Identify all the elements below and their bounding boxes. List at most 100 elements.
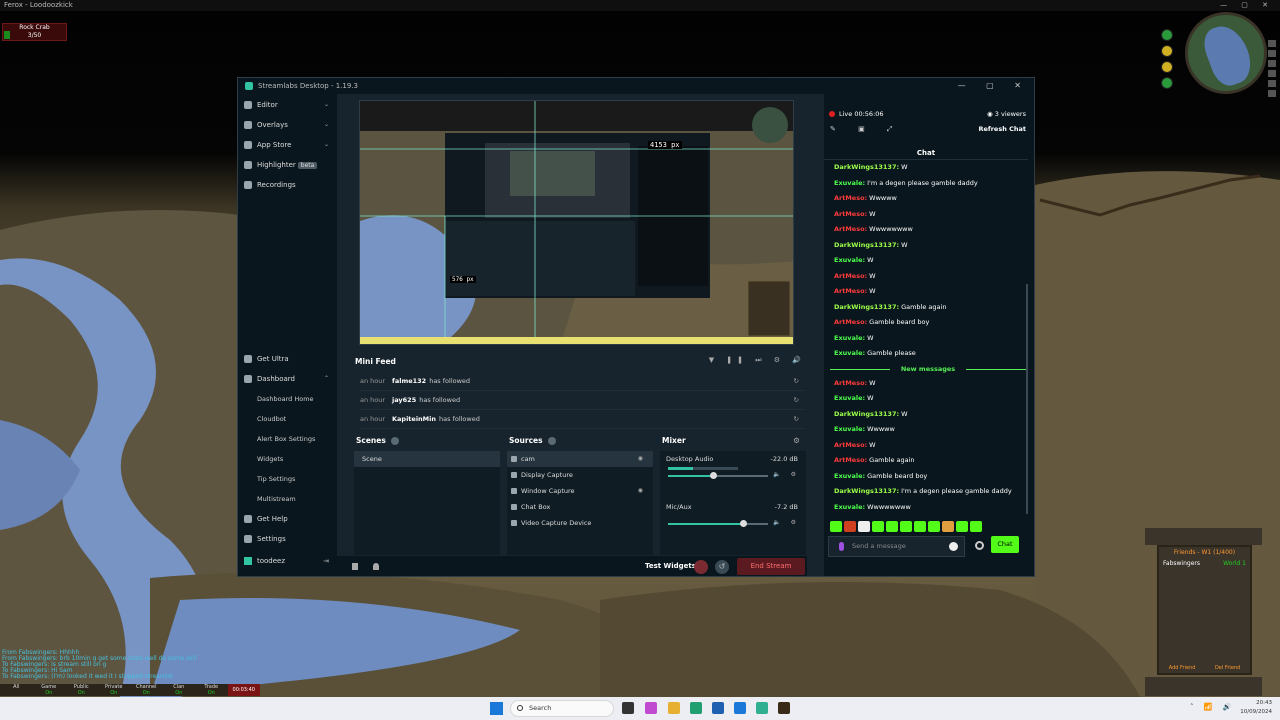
sidebar-sub-alert-box[interactable]: Alert Box Settings — [238, 430, 337, 448]
game-side-tabs-bottom[interactable] — [1145, 677, 1262, 696]
feed-row[interactable]: an hour jay625 has followed ↻ — [360, 391, 805, 410]
chat-username[interactable]: Exuvale: — [834, 334, 865, 342]
notification-icon[interactable] — [373, 563, 379, 570]
game-chat-tabs[interactable]: All Game On Public On Private On Channel On … — [0, 684, 260, 696]
chat-username[interactable]: DarkWings13137: — [834, 163, 899, 171]
chat-tab-public[interactable]: Public On — [65, 684, 98, 696]
streamlabs-window[interactable]: Streamlabs Desktop - 1.19.3 — ▢ ✕ Editor… — [237, 77, 1035, 577]
emote-icon[interactable] — [872, 521, 884, 532]
minimap[interactable] — [1185, 12, 1267, 94]
chat-username[interactable]: DarkWings13137: — [834, 303, 899, 311]
emote-bar[interactable] — [830, 521, 982, 533]
source-item[interactable]: Window Capture ◉ — [507, 483, 653, 499]
streamlabs-taskbar-icon[interactable] — [756, 702, 768, 714]
stats-icon[interactable] — [352, 563, 358, 570]
emote-icon[interactable] — [886, 521, 898, 532]
copilot-icon[interactable] — [645, 702, 657, 714]
chat-username[interactable]: ArtMeso: — [834, 287, 867, 295]
emoji-icon[interactable] — [949, 542, 958, 551]
friends-list-panel[interactable]: Friends - W1 (1/400) Fabswingers World 1… — [1157, 545, 1252, 675]
send-chat-button[interactable]: Chat — [991, 536, 1019, 553]
sidebar-item-highlighter[interactable]: Highlighter beta — [238, 156, 337, 174]
chat-scrollbar[interactable] — [1026, 284, 1028, 514]
chat-username[interactable]: ArtMeso: — [834, 194, 867, 202]
side-strip[interactable] — [1268, 40, 1278, 120]
game-side-tabs-top[interactable] — [1145, 528, 1262, 545]
sidebar-item-editor[interactable]: Editor ⌄ — [238, 96, 337, 114]
emote-icon[interactable] — [928, 521, 940, 532]
mic-icon[interactable] — [839, 542, 844, 551]
gear-icon[interactable]: ⚙ — [793, 434, 800, 448]
sidebar-item-dashboard[interactable]: Dashboard ⌃ — [238, 370, 337, 388]
refresh-chat-button[interactable]: Refresh Chat — [978, 125, 1026, 133]
prayer-orb-icon[interactable] — [1161, 45, 1173, 57]
store-icon[interactable] — [712, 702, 724, 714]
chat-username[interactable]: ArtMeso: — [834, 225, 867, 233]
emote-icon[interactable] — [830, 521, 842, 532]
chat-username[interactable]: ArtMeso: — [834, 210, 867, 218]
volume-slider[interactable] — [668, 520, 768, 527]
del-friend-button[interactable]: Del Friend — [1215, 665, 1240, 671]
chat-tab-game[interactable]: Game On — [33, 684, 66, 696]
sidebar-item-recordings[interactable]: Recordings — [238, 176, 337, 194]
emote-icon[interactable] — [914, 521, 926, 532]
strip-icon[interactable] — [1268, 70, 1276, 77]
chat-settings-icon[interactable] — [975, 541, 984, 550]
emote-icon[interactable] — [844, 521, 856, 532]
add-source-button[interactable] — [547, 437, 556, 445]
repeat-icon[interactable]: ↻ — [794, 410, 799, 429]
chat-username[interactable]: DarkWings13137: — [834, 487, 899, 495]
source-item[interactable]: Video Capture Device — [507, 515, 653, 531]
visibility-icon[interactable]: ◉ — [638, 451, 643, 467]
status-orbs[interactable] — [1157, 26, 1187, 106]
channel-controls[interactable]: 🔈 ⚙ — [773, 471, 800, 478]
chat-username[interactable]: DarkWings13137: — [834, 410, 899, 418]
chat-message-input[interactable]: Send a message — [828, 536, 965, 557]
replay-buffer-button[interactable]: ↺ — [715, 560, 729, 574]
user-account[interactable]: toodeez ⇥ — [238, 552, 337, 570]
file-explorer-icon[interactable] — [668, 702, 680, 714]
chat-username[interactable]: Exuvale: — [834, 349, 865, 357]
hp-orb-icon[interactable] — [1161, 29, 1173, 41]
chat-tools[interactable]: ✎ ▣ ⤢ — [830, 125, 903, 134]
chat-username[interactable]: ArtMeso: — [834, 272, 867, 280]
chat-tab-private[interactable]: Private On — [98, 684, 131, 696]
visibility-icon[interactable]: ◉ — [638, 483, 643, 499]
window-controls[interactable]: — ▢ ✕ — [958, 78, 1030, 94]
strip-icon[interactable] — [1268, 60, 1276, 67]
runelite-taskbar-icon[interactable] — [778, 702, 790, 714]
chat-username[interactable]: Exuvale: — [834, 256, 865, 264]
spec-orb-icon[interactable] — [1161, 77, 1173, 89]
strip-icon[interactable] — [1268, 40, 1276, 47]
logout-icon[interactable]: ⇥ — [323, 552, 329, 570]
system-tray[interactable]: ˄ 📶 🔊 — [1190, 703, 1235, 711]
feed-row[interactable]: an hour falme132 has followed ↻ — [360, 372, 805, 391]
chat-tab-channel[interactable]: Channel On — [130, 684, 163, 696]
record-button[interactable] — [694, 560, 708, 574]
chat-username[interactable]: DarkWings13137: — [834, 241, 899, 249]
game-window-controls[interactable]: — ▢ ✕ — [1220, 0, 1274, 11]
run-orb-icon[interactable] — [1161, 61, 1173, 73]
mini-feed-controls[interactable]: ▼ ❚❚ ⏭ ⚙ 🔊 — [709, 356, 806, 365]
clock[interactable]: 20:43 10/09/2024 — [1240, 699, 1272, 717]
edge-icon[interactable] — [690, 702, 702, 714]
stream-preview[interactable]: 4153 px 576 px — [359, 100, 794, 345]
sidebar-item-get-ultra[interactable]: Get Ultra — [238, 350, 337, 368]
windows-start-icon[interactable] — [490, 702, 503, 715]
chat-username[interactable]: Exuvale: — [834, 425, 865, 433]
emote-icon[interactable] — [900, 521, 912, 532]
chat-username[interactable]: ArtMeso: — [834, 441, 867, 449]
sidebar-item-app-store[interactable]: App Store ⌄ — [238, 136, 337, 154]
sidebar-sub-dashboard-home[interactable]: Dashboard Home — [238, 390, 337, 408]
chat-username[interactable]: Exuvale: — [834, 472, 865, 480]
chat-tab-trade[interactable]: Trade On — [195, 684, 228, 696]
chat-username[interactable]: Exuvale: — [834, 179, 865, 187]
emote-icon[interactable] — [942, 521, 954, 532]
outlook-icon[interactable] — [734, 702, 746, 714]
task-view-icon[interactable] — [622, 702, 634, 714]
channel-controls[interactable]: 🔈 ⚙ — [773, 519, 800, 526]
chat-username[interactable]: ArtMeso: — [834, 456, 867, 464]
repeat-icon[interactable]: ↻ — [794, 372, 799, 391]
add-friend-button[interactable]: Add Friend — [1169, 665, 1196, 671]
strip-icon[interactable] — [1268, 50, 1276, 57]
